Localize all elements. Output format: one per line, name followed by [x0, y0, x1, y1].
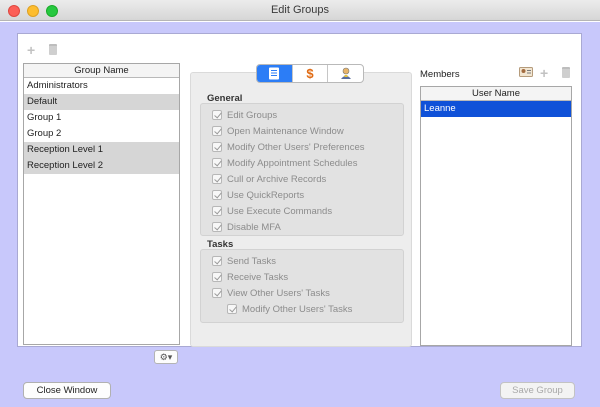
permission-checkbox[interactable]: Modify Other Users' Tasks: [227, 302, 352, 316]
permission-checkbox[interactable]: Edit Groups: [212, 108, 277, 122]
permission-checkbox[interactable]: Disable MFA: [212, 220, 281, 234]
permission-checkbox[interactable]: Modify Other Users' Preferences: [212, 140, 365, 154]
close-window-button[interactable]: Close Window: [23, 382, 111, 399]
members-table: User Name Leanne: [420, 86, 572, 346]
checkmark-icon: [212, 256, 222, 266]
checkmark-icon: [212, 222, 222, 232]
contact-card-icon[interactable]: [519, 67, 533, 77]
user-name-header[interactable]: User Name: [421, 87, 571, 101]
add-member-icon[interactable]: +: [540, 66, 548, 80]
dollar-icon: $: [306, 66, 314, 81]
remove-member-icon[interactable]: [562, 67, 570, 78]
checkmark-icon: [212, 272, 222, 282]
checkmark-icon: [212, 110, 222, 120]
delete-group-icon[interactable]: [49, 44, 57, 55]
group-row[interactable]: Default: [24, 94, 179, 110]
group-row[interactable]: Reception Level 2: [24, 158, 179, 174]
checkmark-icon: [212, 142, 222, 152]
checkmark-icon: [227, 304, 237, 314]
checkmark-icon: [212, 190, 222, 200]
window-title: Edit Groups: [270, 4, 330, 16]
checkmark-icon: [212, 206, 222, 216]
permission-checkbox[interactable]: Send Tasks: [212, 254, 276, 268]
permission-checkbox[interactable]: Modify Appointment Schedules: [212, 156, 357, 170]
members-label: Members: [420, 69, 460, 80]
group-row[interactable]: Administrators: [24, 78, 179, 94]
gear-icon: ⚙: [159, 352, 168, 362]
group-row[interactable]: Reception Level 1: [24, 142, 179, 158]
permission-checkbox[interactable]: Cull or Archive Records: [212, 172, 326, 186]
checkmark-icon: [212, 126, 222, 136]
permission-checkbox[interactable]: Use Execute Commands: [212, 204, 332, 218]
gear-menu-button[interactable]: ⚙▾: [154, 350, 178, 364]
tab-general[interactable]: [257, 65, 293, 82]
title-bar: Edit Groups: [0, 0, 600, 21]
permission-checkbox[interactable]: Use QuickReports: [212, 188, 304, 202]
member-row[interactable]: Leanne: [421, 101, 571, 117]
save-group-button[interactable]: Save Group: [500, 382, 575, 399]
tab-billing[interactable]: $: [293, 65, 329, 82]
permission-checkbox[interactable]: Open Maintenance Window: [212, 124, 344, 138]
group-row[interactable]: Group 1: [24, 110, 179, 126]
chevron-down-icon: ▾: [167, 352, 173, 362]
permission-checkbox[interactable]: Receive Tasks: [212, 270, 288, 284]
groups-table: Group Name Administrators Default Group …: [23, 63, 180, 345]
permission-checkbox[interactable]: View Other Users' Tasks: [212, 286, 330, 300]
document-list-icon: [269, 67, 280, 80]
add-group-icon[interactable]: +: [27, 43, 35, 57]
user-badge-icon: [340, 67, 351, 79]
tab-users[interactable]: [328, 65, 363, 82]
checkmark-icon: [212, 174, 222, 184]
group-row[interactable]: Group 2: [24, 126, 179, 142]
group-name-header[interactable]: Group Name: [24, 64, 179, 78]
checkmark-icon: [212, 158, 222, 168]
permission-tabs: $: [256, 64, 364, 83]
checkmark-icon: [212, 288, 222, 298]
